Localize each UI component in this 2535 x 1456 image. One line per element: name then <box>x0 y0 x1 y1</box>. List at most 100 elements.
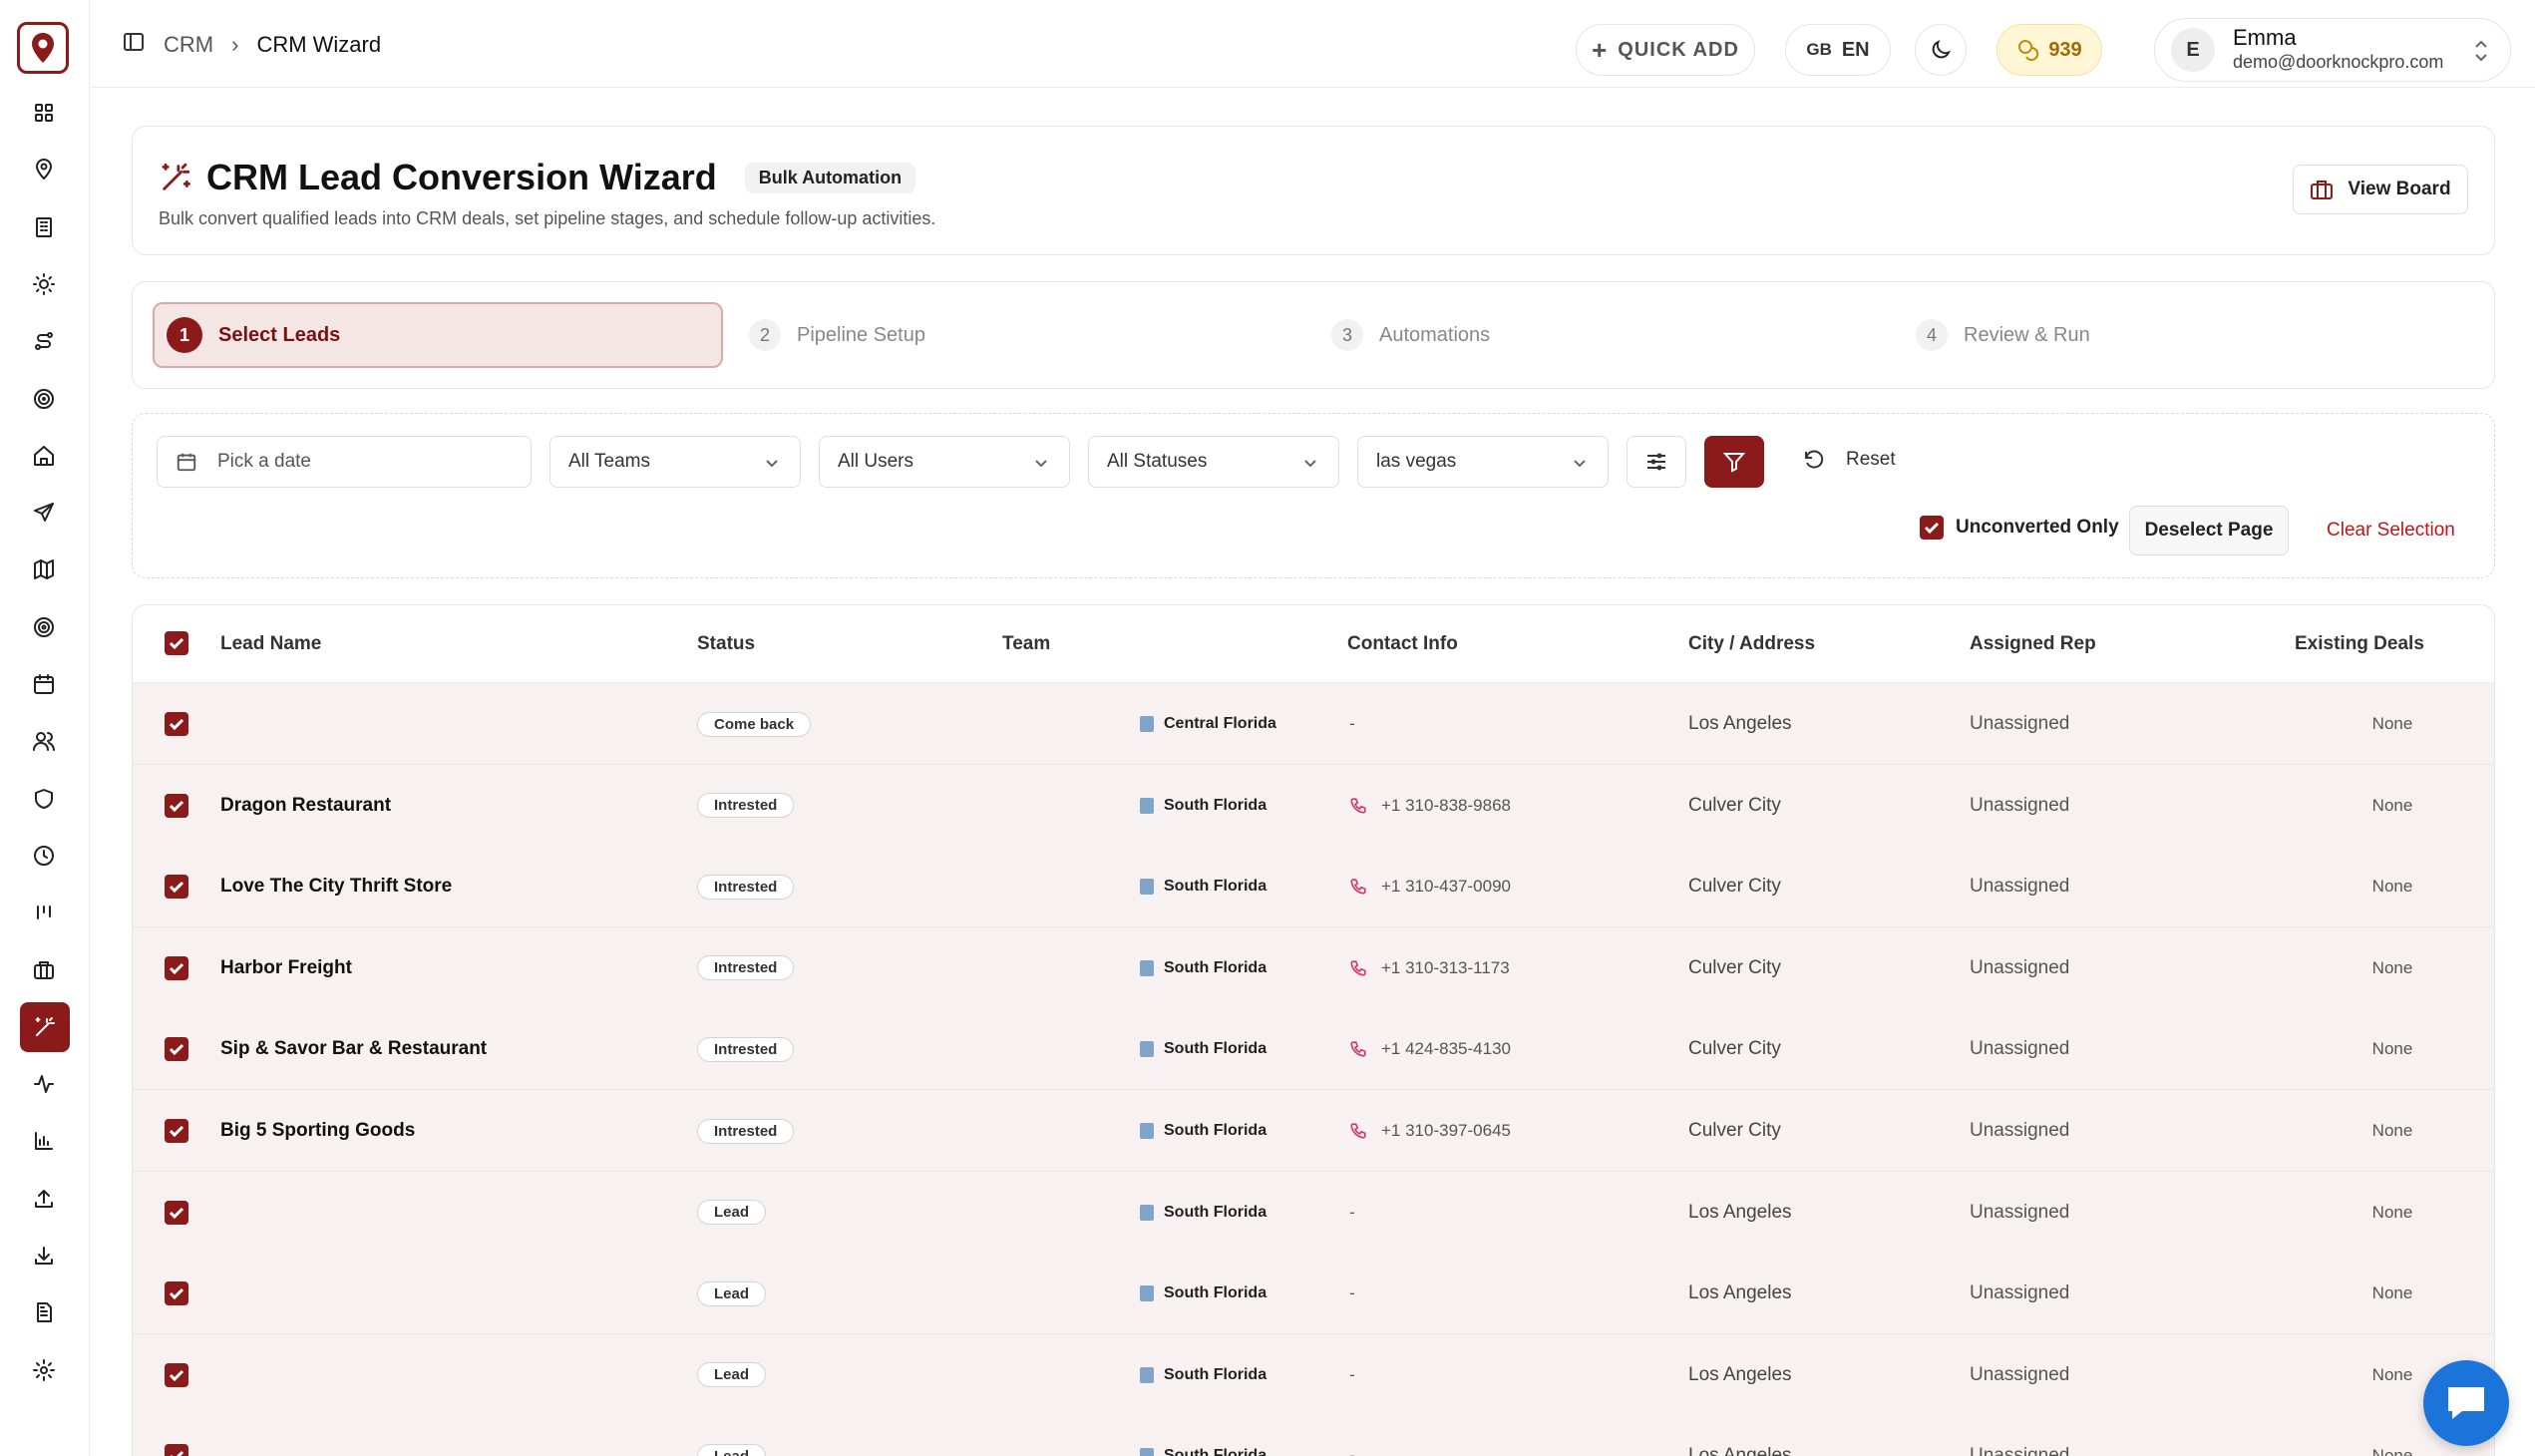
row-checkbox[interactable] <box>165 765 188 847</box>
breadcrumb-crm[interactable]: CRM <box>164 32 213 58</box>
view-board-button[interactable]: View Board <box>2293 165 2468 214</box>
row-checkbox[interactable] <box>165 1415 188 1456</box>
table-row[interactable]: LeadSouth Florida-Los AngelesUnassignedN… <box>133 1253 2494 1335</box>
contact-cell[interactable]: +1 310-838-9868 <box>1349 765 1511 847</box>
table-row[interactable]: LeadSouth Florida-Los AngelesUnassignedN… <box>133 1171 2494 1254</box>
quick-add-button[interactable]: + QUICK ADD <box>1576 24 1755 76</box>
sidebar-item-radar[interactable] <box>25 608 63 646</box>
sidebar-item-download[interactable] <box>25 1237 63 1274</box>
sidebar-item-upload[interactable] <box>25 1180 63 1218</box>
magic-wand-icon <box>162 163 190 190</box>
row-checkbox[interactable] <box>165 846 188 927</box>
contact-cell[interactable]: +1 424-835-4130 <box>1349 1008 1511 1090</box>
sidebar-item-activity[interactable] <box>25 1065 63 1103</box>
step-pipeline-setup[interactable]: 2 Pipeline Setup <box>749 302 925 368</box>
clear-selection-link[interactable]: Clear Selection <box>2327 520 2455 542</box>
sidebar-item-grid[interactable] <box>25 94 63 132</box>
clock-icon <box>34 845 54 866</box>
sidebar-item-settings[interactable] <box>25 1351 63 1389</box>
step-review-run[interactable]: 4 Review & Run <box>1916 302 2090 368</box>
app-logo[interactable] <box>17 22 69 74</box>
sidebar-item-shield[interactable] <box>25 780 63 818</box>
date-picker[interactable]: Pick a date <box>157 436 532 488</box>
row-checkbox[interactable] <box>165 1334 188 1416</box>
sidebar-item-building[interactable] <box>25 208 63 246</box>
table-row[interactable]: LeadSouth Florida-Los AngelesUnassignedN… <box>133 1333 2494 1416</box>
existing-deals: None <box>2371 957 2413 977</box>
settings-icon <box>33 1358 55 1381</box>
table-row[interactable]: Big 5 Sporting Goods Intrested South Flori… <box>133 1090 2494 1172</box>
column-assigned-rep[interactable]: Assigned Rep <box>1970 633 2096 655</box>
row-checkbox[interactable] <box>165 1172 188 1254</box>
step-number: 4 <box>1916 319 1948 351</box>
theme-toggle-button[interactable] <box>1915 24 1967 76</box>
row-checkbox[interactable] <box>165 683 188 765</box>
credits-badge[interactable]: 939 <box>1996 24 2102 76</box>
deselect-page-button[interactable]: Deselect Page <box>2129 506 2289 555</box>
column-lead-name[interactable]: Lead Name <box>220 633 321 655</box>
table-row[interactable]: Dragon Restaurant Intrested South Florida +… <box>133 764 2494 847</box>
sidebar-item-sun[interactable] <box>25 265 63 303</box>
sidebar-item-target[interactable] <box>25 380 63 418</box>
sidebar-item-bars[interactable] <box>25 894 63 931</box>
checkbox-checked-icon <box>165 875 188 900</box>
table-row[interactable]: Love The City Thrift Store Intrested South… <box>133 846 2494 928</box>
status-cell: Come back <box>697 683 812 765</box>
users-select[interactable]: All Users <box>819 436 1070 488</box>
checkbox-checked-icon <box>165 1119 188 1143</box>
column-existing-deals[interactable]: Existing Deals <box>2295 633 2424 655</box>
column-contact-info[interactable]: Contact Info <box>1347 633 1458 655</box>
assigned-rep: Unassigned <box>1970 1363 2070 1385</box>
lead-name[interactable]: Harbor Freight <box>220 927 352 1009</box>
sidebar-item-users[interactable] <box>25 722 63 760</box>
column-team[interactable]: Team <box>1002 633 1050 655</box>
lead-name[interactable]: Big 5 Sporting Goods <box>220 1090 415 1172</box>
status-badge: Lead <box>697 1362 767 1388</box>
column-city-address[interactable]: City / Address <box>1688 633 1815 655</box>
table-row[interactable]: LeadSouth Florida-Los AngelesUnassignedN… <box>133 1415 2494 1456</box>
select-all-checkbox[interactable] <box>165 631 188 658</box>
teams-select[interactable]: All Teams <box>549 436 801 488</box>
statuses-select[interactable]: All Statuses <box>1088 436 1339 488</box>
reset-button[interactable]: Reset <box>1802 448 1896 472</box>
unconverted-only-checkbox[interactable]: Unconverted Only <box>1920 516 2119 540</box>
sidebar-item-home[interactable] <box>25 437 63 475</box>
sidebar-item-calendar[interactable] <box>25 665 63 703</box>
status-badge: Intrested <box>697 1118 795 1144</box>
contact-cell[interactable]: +1 310-313-1173 <box>1349 927 1510 1009</box>
apply-filter-button[interactable] <box>1704 436 1764 488</box>
language-button[interactable]: GB EN <box>1785 24 1891 76</box>
row-checkbox[interactable] <box>165 1253 188 1334</box>
city-select[interactable]: las vegas <box>1357 436 1609 488</box>
contact-cell[interactable]: +1 310-437-0090 <box>1349 846 1511 927</box>
sidebar-item-document[interactable] <box>25 1293 63 1331</box>
sidebar-item-briefcase[interactable] <box>25 951 63 989</box>
sidebar-item-wand[interactable] <box>20 1001 70 1052</box>
column-status[interactable]: Status <box>697 633 755 655</box>
sidebar-item-map[interactable] <box>25 550 63 588</box>
team-name: Central Florida <box>1164 715 1276 732</box>
sidebar-toggle-icon[interactable] <box>122 30 146 60</box>
sidebar-item-map-pin[interactable] <box>25 151 63 188</box>
row-checkbox[interactable] <box>165 927 188 1009</box>
table-row[interactable]: Come back Central Florida - Los Angeles Unas… <box>133 683 2494 765</box>
team-name: South Florida <box>1164 1203 1268 1221</box>
lead-name[interactable]: Sip & Savor Bar & Restaurant <box>220 1008 487 1090</box>
contact-cell[interactable]: +1 310-397-0645 <box>1349 1090 1511 1172</box>
step-select-leads[interactable]: 1 Select Leads <box>153 302 723 368</box>
table-row[interactable]: Sip & Savor Bar & Restaurant Intrested Sou… <box>133 1008 2494 1091</box>
sidebar-item-send[interactable] <box>25 494 63 532</box>
lead-name[interactable]: Dragon Restaurant <box>220 765 391 847</box>
city-address: Los Angeles <box>1688 1363 1792 1385</box>
sidebar-item-bar-chart[interactable] <box>25 1122 63 1160</box>
lead-name[interactable]: Love The City Thrift Store <box>220 846 452 927</box>
sidebar-item-route[interactable] <box>25 322 63 360</box>
step-automations[interactable]: 3 Automations <box>1331 302 1490 368</box>
chat-widget-button[interactable] <box>2423 1360 2509 1446</box>
advanced-filters-button[interactable] <box>1627 436 1686 488</box>
row-checkbox[interactable] <box>165 1090 188 1172</box>
user-menu[interactable]: E Emma demo@doorknockpro.com <box>2154 18 2511 82</box>
table-row[interactable]: Harbor Freight Intrested South Florida +1 3… <box>133 926 2494 1009</box>
row-checkbox[interactable] <box>165 1008 188 1090</box>
sidebar-item-clock[interactable] <box>25 837 63 875</box>
